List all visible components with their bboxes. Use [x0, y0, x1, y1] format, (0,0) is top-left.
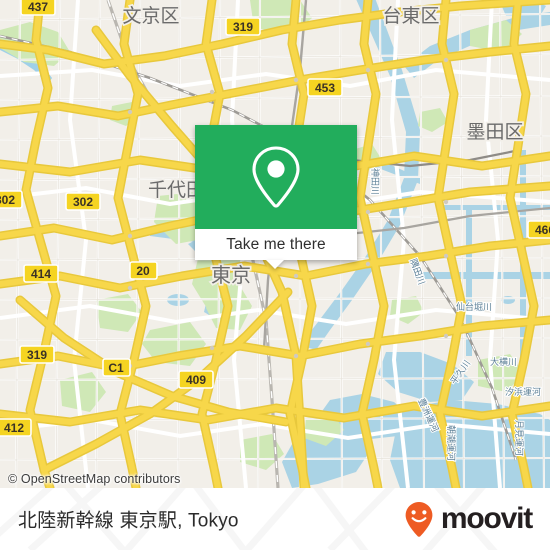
- take-me-there-label: Take me there: [226, 235, 326, 253]
- card-header: [195, 125, 357, 229]
- water-label: 仙台堀川: [456, 301, 492, 313]
- water-label: 神田川: [369, 168, 381, 195]
- highway-shield-label: 302: [73, 195, 93, 209]
- osm-attribution[interactable]: © OpenStreetMap contributors: [8, 472, 181, 486]
- highway-shield[interactable]: 414: [23, 264, 59, 283]
- district-label: 墨田区: [466, 121, 523, 143]
- highway-shield[interactable]: 453: [307, 78, 343, 97]
- highway-shield[interactable]: 466: [527, 220, 550, 239]
- moovit-wordmark: moovit: [440, 502, 533, 535]
- highway-shield-label: 319: [27, 348, 47, 362]
- highway-shield[interactable]: 20: [129, 261, 158, 280]
- water-label: 汐浜運河: [505, 386, 541, 398]
- highway-shield[interactable]: 302: [65, 192, 101, 211]
- take-me-there-card[interactable]: Take me there: [195, 125, 357, 260]
- highway-shield-label: 409: [186, 373, 206, 387]
- highway-shield-label: 437: [28, 0, 48, 14]
- highway-shield[interactable]: 437: [20, 0, 56, 16]
- bottom-bar: 北陸新幹線 東京駅, Tokyo moovit: [0, 488, 550, 550]
- highway-shield-label: 319: [233, 20, 253, 34]
- district-label: 文京区: [122, 5, 179, 27]
- highway-shield[interactable]: 409: [178, 370, 214, 389]
- district-label: 東京: [211, 263, 251, 287]
- water-label: 朝潮運河: [445, 425, 457, 461]
- card-pointer-tail: [266, 260, 284, 269]
- highway-shield-label: 412: [4, 421, 24, 435]
- highway-shield[interactable]: 319: [225, 17, 261, 36]
- moovit-logo[interactable]: moovit: [404, 501, 533, 537]
- highway-shield[interactable]: 319: [19, 345, 55, 364]
- highway-shield[interactable]: 412: [0, 418, 32, 437]
- station-title: 北陸新幹線 東京駅, Tokyo: [18, 510, 239, 532]
- moovit-smiley-pin-icon: [405, 502, 433, 537]
- highway-shield-label: 302: [0, 193, 15, 207]
- highway-shield-label: 466: [535, 223, 550, 237]
- water-label: 月見運河: [513, 420, 525, 456]
- card-footer[interactable]: Take me there: [195, 229, 357, 260]
- highway-shield-label: C1: [108, 361, 124, 375]
- highway-shield-label: 20: [136, 264, 150, 278]
- moovit-station-map-screen: 文京区 台東区 墨田区 千代田区 東京 神田川 隅田川 仙台堀川 大横川 平久川…: [0, 0, 550, 550]
- map-pin-icon: [195, 144, 357, 210]
- highway-shield-label: 453: [315, 81, 335, 95]
- highway-shield[interactable]: 302: [0, 190, 23, 209]
- district-label: 台東区: [382, 5, 439, 27]
- water-label: 大横川: [490, 356, 517, 368]
- highway-shield-label: 414: [31, 267, 51, 281]
- highway-shield[interactable]: C1: [102, 358, 131, 377]
